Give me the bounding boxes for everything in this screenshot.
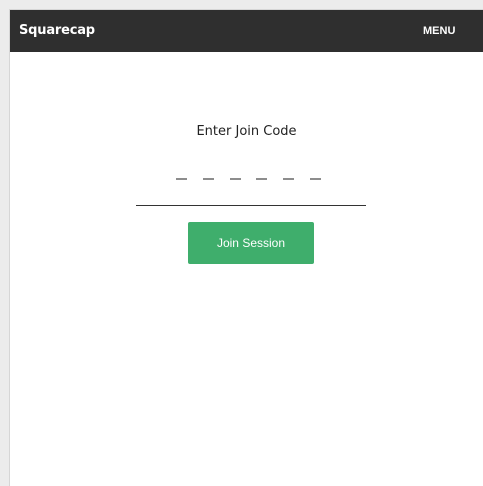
menu-button[interactable]: MENU xyxy=(423,25,455,38)
brand-logo-link[interactable]: Squarecap xyxy=(19,23,95,39)
join-code-input[interactable] xyxy=(136,161,366,206)
join-session-button[interactable]: Join Session xyxy=(188,222,314,264)
app-page: Squarecap MENU Enter Join Code Join Sess… xyxy=(9,9,483,486)
top-navbar: Squarecap MENU xyxy=(10,10,483,52)
join-code-prompt: Enter Join Code xyxy=(196,124,297,139)
